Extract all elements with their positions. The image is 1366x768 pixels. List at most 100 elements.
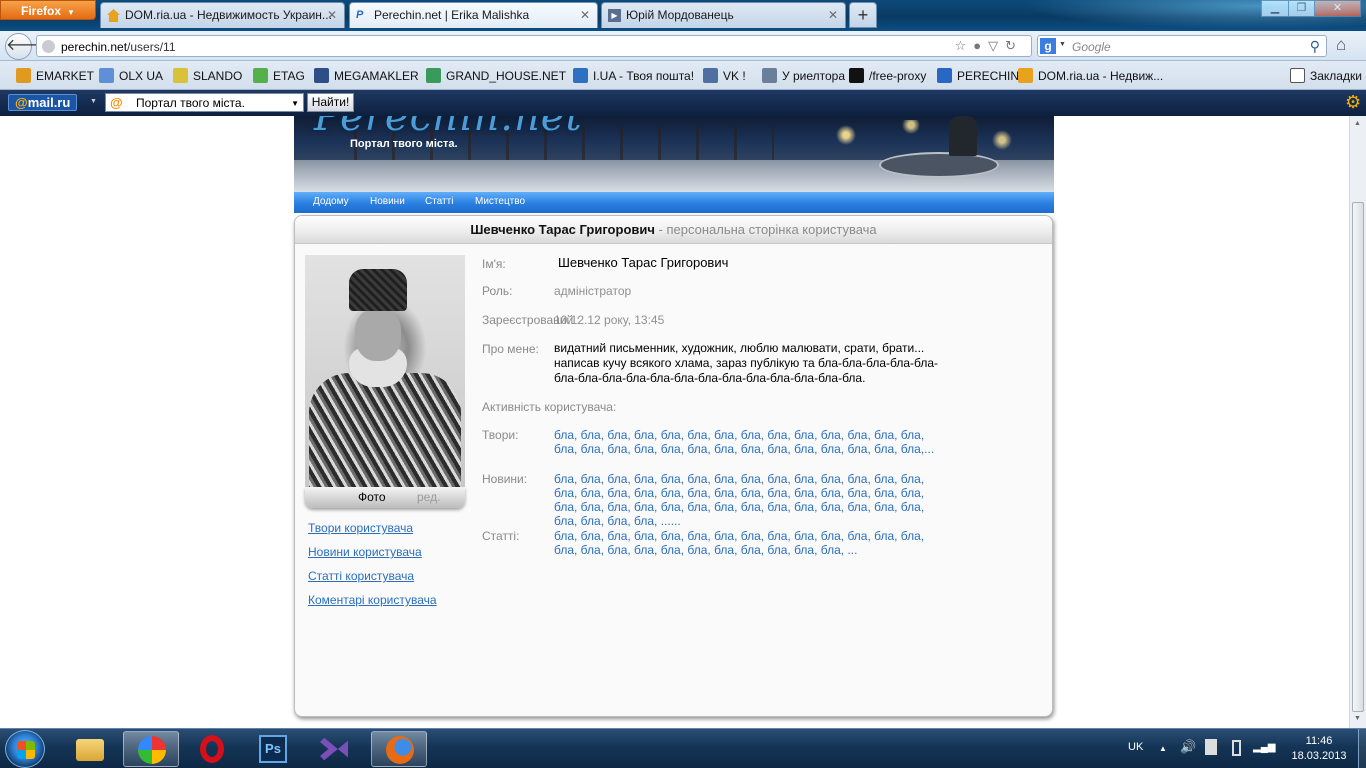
url-host: perechin.net bbox=[61, 40, 128, 54]
page-viewport: Perechin.net Портал твого міста. Додому … bbox=[0, 116, 1349, 728]
clock-date: 18.03.2013 bbox=[1291, 750, 1347, 762]
firefox-menu-button[interactable]: Firefox ▼ bbox=[0, 0, 96, 20]
user-articles-link[interactable]: Статті користувача bbox=[308, 569, 437, 593]
firefox-menu-label: Firefox bbox=[21, 4, 62, 18]
bookmark-item[interactable]: OLX UA bbox=[99, 68, 163, 83]
scroll-up-icon[interactable]: ▲ bbox=[1354, 120, 1361, 127]
tab-perechin[interactable]: P Perechin.net | Erika Malishka ✕ bbox=[349, 2, 598, 28]
bookmark-favicon-icon bbox=[703, 68, 718, 83]
bookmark-item[interactable]: GRAND_HOUSE.NET bbox=[426, 68, 566, 83]
google-engine-icon[interactable]: g bbox=[1040, 38, 1056, 54]
close-tab-icon[interactable]: ✕ bbox=[580, 8, 590, 22]
bookmark-item[interactable]: DOM.ria.ua - Недвиж... bbox=[1018, 68, 1163, 83]
site-slogan: Портал твого міста. bbox=[350, 138, 458, 150]
bookmark-item[interactable]: MEGAMAKLER bbox=[314, 68, 419, 83]
bookmark-item[interactable]: /free-proxy bbox=[849, 68, 926, 83]
user-comments-link[interactable]: Коментарі користувача bbox=[308, 593, 437, 617]
tab-title: Perechin.net | Erika Malishka bbox=[374, 8, 530, 22]
minimize-button[interactable]: ▁ bbox=[1261, 0, 1289, 17]
history-dropdown-icon[interactable]: ▽ bbox=[988, 38, 1005, 53]
show-hidden-icons[interactable]: ▲ bbox=[1159, 744, 1167, 753]
bookmark-item[interactable]: I.UA - Твоя пошта! bbox=[573, 68, 694, 83]
taskbar-visual-studio[interactable] bbox=[306, 731, 362, 767]
action-center-icon[interactable] bbox=[1205, 739, 1217, 755]
start-button[interactable] bbox=[5, 730, 45, 768]
name-value: Шевченко Тарас Григорович bbox=[558, 255, 729, 270]
bookmark-favicon-icon bbox=[849, 68, 864, 83]
taskbar-explorer[interactable] bbox=[62, 731, 118, 767]
scroll-down-icon[interactable]: ▼ bbox=[1354, 715, 1361, 722]
volume-icon[interactable]: 🔊 bbox=[1180, 739, 1196, 755]
bookmark-favicon-icon bbox=[426, 68, 441, 83]
close-tab-icon[interactable]: ✕ bbox=[327, 8, 337, 22]
bookmark-favicon-icon bbox=[1018, 68, 1033, 83]
mailru-at-icon: @ bbox=[110, 95, 123, 110]
taskbar-photoshop[interactable]: Ps bbox=[245, 731, 301, 767]
menu-item-news[interactable]: Новини bbox=[370, 196, 405, 207]
about-value: видатний письменник, художник, люблю мал… bbox=[554, 341, 939, 385]
news-value[interactable]: бла, бла, бла, бла, бла, бла, бла, бла, … bbox=[554, 472, 944, 528]
chevron-down-icon: ▼ bbox=[67, 8, 75, 17]
show-desktop-button[interactable] bbox=[1358, 729, 1366, 768]
site-logo[interactable]: Perechin.net bbox=[314, 116, 583, 140]
site-identity-icon[interactable] bbox=[42, 40, 55, 53]
maximize-button[interactable]: ❐ bbox=[1288, 0, 1315, 17]
articles-label: Статті: bbox=[482, 529, 520, 543]
bookmark-item[interactable]: ETAG bbox=[253, 68, 305, 83]
user-links: Твори користувача Новини користувача Ста… bbox=[308, 521, 437, 617]
about-label: Про мене: bbox=[482, 342, 539, 356]
close-tab-icon[interactable]: ✕ bbox=[828, 8, 838, 22]
bookmark-favicon-icon bbox=[573, 68, 588, 83]
address-bar[interactable]: perechin.net/users/11 ☆●▽↻ bbox=[36, 35, 1032, 57]
home-icon[interactable]: ⌂ bbox=[1336, 35, 1346, 55]
works-value[interactable]: бла, бла, бла, бла, бла, бла, бла, бла, … bbox=[554, 428, 944, 456]
search-input[interactable]: Google bbox=[1072, 40, 1111, 54]
info-icon[interactable]: ● bbox=[973, 38, 988, 53]
mailru-search-select[interactable]: @ Портал твого міста. ▼ bbox=[105, 93, 304, 112]
articles-value[interactable]: бла, бла, бла, бла, бла, бла, бла, бла, … bbox=[554, 529, 944, 557]
bookmark-label: OLX UA bbox=[119, 69, 164, 83]
back-button[interactable]: 🡐 bbox=[5, 33, 49, 60]
search-bar[interactable]: g ▼ Google ⚲ bbox=[1037, 35, 1327, 57]
bookmark-favicon-icon bbox=[937, 68, 952, 83]
gear-icon[interactable]: ⚙ bbox=[1345, 92, 1361, 113]
bookmark-item[interactable]: SLANDO bbox=[173, 68, 242, 83]
tab-youtube[interactable]: ▶ Юрій Мордованець ✕ bbox=[601, 2, 846, 28]
bookmark-favicon-icon bbox=[314, 68, 329, 83]
tab-dom-ria[interactable]: DOM.ria.ua - Недвижимость Украин... ✕ bbox=[100, 2, 345, 28]
bookmark-label: PERECHIN bbox=[957, 69, 1020, 83]
menu-item-home[interactable]: Додому bbox=[313, 196, 349, 207]
mailru-logo[interactable]: @mail.ru bbox=[8, 94, 78, 111]
taskbar-picasa[interactable] bbox=[123, 731, 179, 767]
mailru-search-button[interactable]: Найти! bbox=[307, 93, 354, 112]
search-icon[interactable]: ⚲ bbox=[1310, 38, 1320, 55]
bookmark-item[interactable]: У риелтора bbox=[762, 68, 845, 83]
chevron-down-icon[interactable]: ▼ bbox=[90, 98, 97, 105]
visual-studio-icon bbox=[320, 737, 348, 761]
bookmarks-menu-button[interactable]: Закладки bbox=[1290, 68, 1362, 83]
bookmark-item[interactable]: VK ! bbox=[703, 68, 746, 83]
network-signal-icon[interactable]: ▂▄▆ bbox=[1253, 742, 1275, 753]
menu-item-articles[interactable]: Статті bbox=[425, 196, 453, 207]
user-works-link[interactable]: Твори користувача bbox=[308, 521, 437, 545]
taskbar-firefox[interactable] bbox=[371, 731, 427, 767]
edit-photo-link[interactable]: ред. bbox=[417, 490, 440, 504]
battery-icon[interactable] bbox=[1232, 740, 1241, 756]
vertical-scrollbar[interactable]: ▲ ▼ bbox=[1349, 116, 1366, 728]
user-news-link[interactable]: Новини користувача bbox=[308, 545, 437, 569]
activity-label: Активність користувача: bbox=[482, 400, 617, 414]
bookmark-item[interactable]: PERECHIN bbox=[937, 68, 1019, 83]
taskbar-opera[interactable] bbox=[184, 731, 240, 767]
photo-hat bbox=[349, 269, 407, 311]
menu-item-art[interactable]: Мистецтво bbox=[475, 196, 525, 207]
system-clock[interactable]: 11:46 18.03.2013 bbox=[1286, 734, 1352, 764]
bookmark-star-icon[interactable]: ☆ bbox=[955, 38, 974, 53]
site-menu: Додому Новини Статті Мистецтво bbox=[294, 192, 1054, 213]
language-indicator[interactable]: UK bbox=[1128, 741, 1143, 753]
bookmark-item[interactable]: EMARKET bbox=[16, 68, 94, 83]
reload-icon[interactable]: ↻ bbox=[1005, 38, 1023, 53]
user-photo bbox=[305, 255, 465, 487]
close-window-button[interactable]: ✕ bbox=[1314, 0, 1361, 17]
new-tab-button[interactable]: + bbox=[849, 2, 877, 28]
scrollbar-thumb[interactable] bbox=[1352, 202, 1364, 712]
